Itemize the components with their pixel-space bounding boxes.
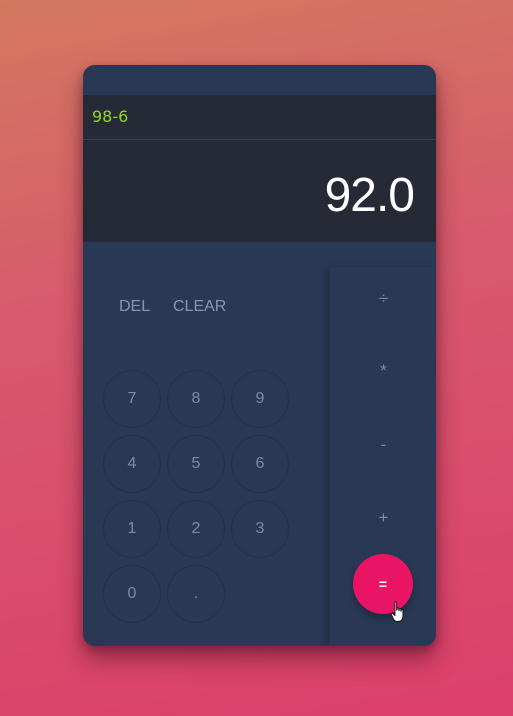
expression-text: 98-6 <box>92 107 129 126</box>
key-1[interactable]: 1 <box>103 500 161 558</box>
multiply-button[interactable]: * <box>330 361 436 381</box>
hand-pointer-icon <box>390 601 404 622</box>
title-bar <box>83 65 436 95</box>
key-8[interactable]: 8 <box>167 370 225 428</box>
key-3[interactable]: 3 <box>231 500 289 558</box>
del-button[interactable]: DEL <box>119 298 150 316</box>
clear-button[interactable]: CLEAR <box>173 298 226 316</box>
display-panel: 98-6 92.0 <box>83 95 436 242</box>
divide-button[interactable]: ÷ <box>330 289 436 309</box>
key-9[interactable]: 9 <box>231 370 289 428</box>
subtract-button[interactable]: - <box>330 435 436 455</box>
add-button[interactable]: + <box>330 508 436 528</box>
key-5[interactable]: 5 <box>167 435 225 493</box>
display-divider <box>83 139 436 140</box>
key-dot[interactable]: . <box>167 565 225 623</box>
result-text: 92.0 <box>324 169 415 222</box>
key-2[interactable]: 2 <box>167 500 225 558</box>
key-4[interactable]: 4 <box>103 435 161 493</box>
calculator: 98-6 92.0 DEL CLEAR 7 8 9 4 5 6 1 2 3 0 … <box>83 65 436 646</box>
key-0[interactable]: 0 <box>103 565 161 623</box>
key-7[interactable]: 7 <box>103 370 161 428</box>
key-6[interactable]: 6 <box>231 435 289 493</box>
